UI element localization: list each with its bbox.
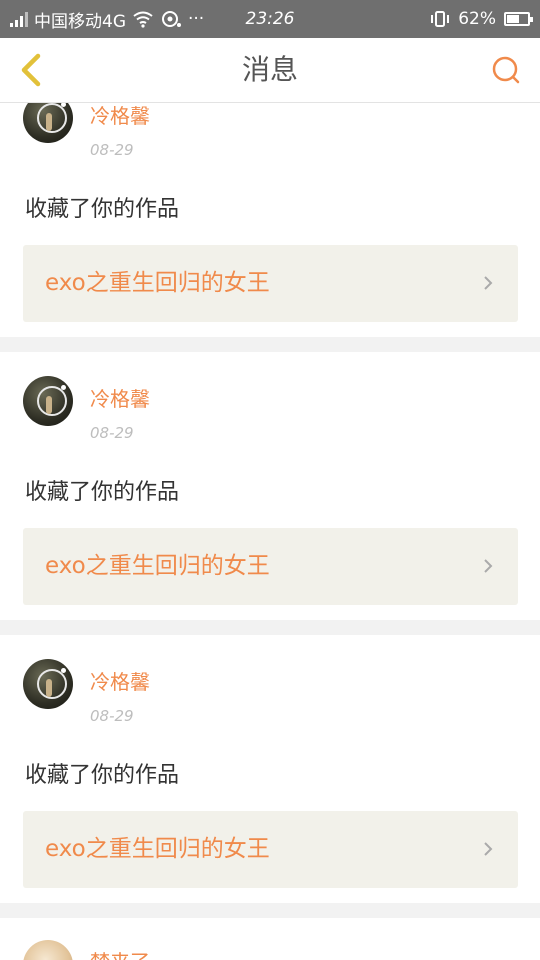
- username[interactable]: 梦来了: [90, 946, 150, 960]
- chevron-right-icon: [484, 276, 493, 290]
- avatar[interactable]: [23, 659, 73, 709]
- message-item: 冷格馨 08-29 收藏了你的作品 exo之重生回归的女王: [0, 635, 540, 903]
- message-date: 08-29: [90, 424, 134, 442]
- chevron-left-icon[interactable]: [10, 46, 58, 94]
- message-text: 收藏了你的作品: [25, 763, 180, 788]
- nav-bar: 消息: [0, 38, 540, 103]
- message-date: 08-29: [90, 707, 134, 725]
- username[interactable]: 冷格馨: [90, 666, 150, 695]
- work-link[interactable]: exo之重生回归的女王: [23, 245, 518, 322]
- page-title: 消息: [241, 53, 298, 86]
- message-date: 08-29: [90, 141, 134, 159]
- avatar[interactable]: [23, 940, 73, 960]
- work-link[interactable]: exo之重生回归的女王: [23, 528, 518, 605]
- avatar[interactable]: [23, 103, 73, 143]
- work-title: exo之重生回归的女王: [45, 553, 270, 579]
- chevron-right-icon: [484, 559, 493, 573]
- battery-percent: 62%: [458, 9, 496, 29]
- username[interactable]: 冷格馨: [90, 103, 150, 129]
- message-item: 冷格馨 08-29 收藏了你的作品 exo之重生回归的女王: [0, 352, 540, 620]
- message-list[interactable]: 冷格馨 08-29 收藏了你的作品 exo之重生回归的女王 冷格馨 08-29 …: [0, 103, 540, 960]
- battery-icon: [504, 12, 533, 26]
- vibrate-icon: [431, 11, 450, 27]
- work-link[interactable]: exo之重生回归的女王: [23, 811, 518, 888]
- message-item: 梦来了: [0, 918, 540, 960]
- work-title: exo之重生回归的女王: [45, 836, 270, 862]
- status-right: 62%: [430, 0, 533, 38]
- avatar[interactable]: [23, 376, 73, 426]
- message-text: 收藏了你的作品: [25, 197, 180, 222]
- message-text: 收藏了你的作品: [25, 480, 180, 505]
- search-icon[interactable]: [488, 52, 524, 88]
- work-title: exo之重生回归的女王: [45, 270, 270, 296]
- message-item: 冷格馨 08-29 收藏了你的作品 exo之重生回归的女王: [0, 103, 540, 337]
- status-bar: 中国移动4G ··· 23:26 62%: [0, 0, 540, 38]
- chevron-right-icon: [484, 842, 493, 856]
- username[interactable]: 冷格馨: [90, 383, 150, 412]
